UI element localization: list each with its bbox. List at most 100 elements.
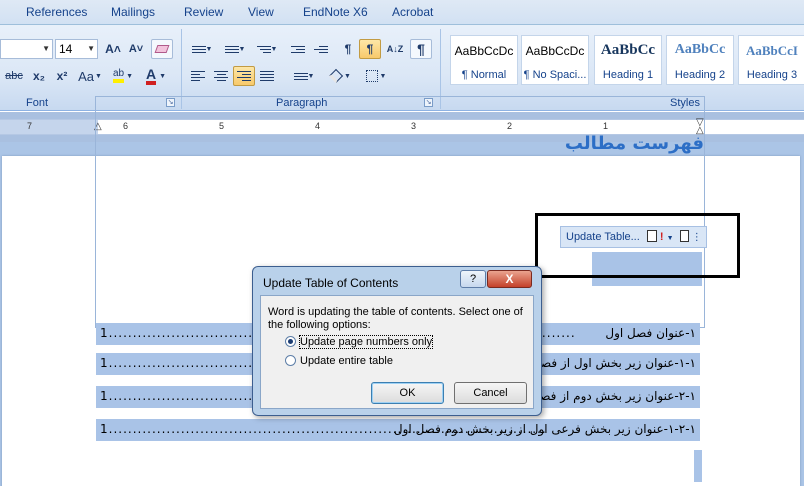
increase-indent-button[interactable] bbox=[310, 39, 332, 59]
grow-font-button[interactable]: A˄ bbox=[102, 39, 124, 59]
dialog-title: Update Table of Contents bbox=[263, 276, 399, 290]
pilcrow-icon: ¶ bbox=[417, 41, 425, 57]
help-button[interactable]: ? bbox=[460, 270, 486, 288]
sort-button[interactable]: A↓Z bbox=[384, 39, 406, 59]
chevron-down-icon: ▼ bbox=[270, 45, 278, 53]
tab-references[interactable]: References bbox=[26, 5, 87, 19]
subscript-button[interactable]: x₂ bbox=[28, 66, 50, 86]
align-center-icon bbox=[214, 69, 228, 83]
eraser-icon bbox=[154, 45, 170, 53]
ltr-paragraph-icon: ¶ bbox=[344, 42, 352, 56]
clear-formatting-button[interactable] bbox=[151, 39, 173, 59]
change-case-button[interactable]: Aa ▼ bbox=[75, 66, 105, 86]
radio-selected-icon[interactable] bbox=[285, 336, 296, 347]
strikethrough-icon: abc bbox=[5, 70, 23, 82]
decrease-indent-button[interactable] bbox=[287, 39, 309, 59]
increase-indent-icon bbox=[314, 44, 328, 55]
close-icon: X bbox=[505, 272, 514, 286]
sort-icon: A↓Z bbox=[386, 44, 404, 54]
chevron-down-icon: ▼ bbox=[126, 72, 134, 80]
style-heading-1[interactable]: AaBbCс Heading 1 bbox=[594, 35, 662, 85]
option-update-entire-table[interactable]: Update entire table bbox=[285, 355, 393, 367]
borders-button[interactable]: ▼ bbox=[360, 66, 392, 86]
multilevel-list-button[interactable]: ▼ bbox=[252, 39, 282, 59]
line-spacing-icon bbox=[293, 71, 308, 82]
style-no-spacing[interactable]: AaBbCcDc ¶ No Spaci... bbox=[521, 35, 589, 85]
radio-unselected-icon[interactable] bbox=[285, 355, 296, 366]
numbering-button[interactable]: ▼ bbox=[220, 39, 250, 59]
toc-entry-title: ١-٢-١-عنوان زیر بخش فرعی اول از زیر بخش … bbox=[393, 422, 696, 436]
change-case-icon: Aa bbox=[78, 68, 94, 84]
style-name: ¶ Normal bbox=[461, 69, 507, 81]
style-sample: AaBbCс bbox=[600, 42, 656, 58]
chevron-down-icon: ▼ bbox=[307, 72, 315, 80]
toc-entry[interactable]: 1.......................................… bbox=[96, 419, 700, 441]
chevron-down-icon: ▼ bbox=[205, 45, 213, 53]
tab-mailings[interactable]: Mailings bbox=[111, 5, 155, 19]
chevron-down-icon: ▼ bbox=[42, 44, 50, 53]
shrink-font-icon: A˅ bbox=[128, 43, 144, 55]
style-name: ¶ No Spaci... bbox=[523, 69, 587, 81]
strikethrough-button[interactable]: abc bbox=[2, 66, 26, 86]
shrink-font-button[interactable]: A˅ bbox=[125, 39, 147, 59]
tab-view[interactable]: View bbox=[248, 5, 274, 19]
font-name-combo[interactable]: ▼ bbox=[0, 39, 53, 59]
rtl-paragraph-icon: ¶ bbox=[366, 42, 374, 56]
ltr-direction-button[interactable]: ¶ bbox=[337, 39, 359, 59]
border-grid-icon bbox=[365, 70, 378, 82]
option-update-page-numbers[interactable]: Update page numbers only bbox=[285, 335, 434, 349]
rtl-direction-button[interactable]: ¶ bbox=[359, 39, 381, 59]
ribbon-tab-bar: References Mailings Review View EndNote … bbox=[0, 0, 804, 24]
dialog-body: Word is updating the table of contents. … bbox=[260, 295, 534, 409]
shading-button[interactable]: ▼ bbox=[325, 66, 357, 86]
option-label: Update page numbers only bbox=[298, 335, 434, 349]
chevron-down-icon: ▼ bbox=[344, 72, 351, 80]
align-right-button[interactable] bbox=[233, 66, 255, 86]
update-toc-dialog: Update Table of Contents ? X Word is upd… bbox=[252, 266, 542, 416]
line-spacing-button[interactable]: ▼ bbox=[288, 66, 320, 86]
style-heading-3[interactable]: AaBbCcI Heading 3 bbox=[738, 35, 804, 85]
toc-title: فهرست مطالب bbox=[564, 133, 704, 154]
highlighter-icon: ab bbox=[112, 69, 125, 83]
highlight-button[interactable]: ab ▼ bbox=[108, 66, 138, 86]
font-size-combo[interactable]: 14 ▼ bbox=[55, 39, 98, 59]
toc-entry-title: ١-عنوان فصل اول bbox=[605, 326, 696, 340]
font-color-button[interactable]: A ▼ bbox=[140, 66, 172, 86]
dialog-message: Word is updating the table of contents. … bbox=[268, 306, 523, 331]
show-marks-button[interactable]: ¶ bbox=[410, 39, 432, 59]
close-button[interactable]: X bbox=[487, 270, 532, 288]
cancel-button[interactable]: Cancel bbox=[454, 382, 527, 404]
justify-icon bbox=[260, 69, 274, 83]
style-heading-2[interactable]: AaBbCc Heading 2 bbox=[666, 35, 734, 85]
align-left-button[interactable] bbox=[187, 66, 209, 86]
annotation-highlight-box bbox=[535, 213, 740, 278]
style-sample: AaBbCcDc bbox=[454, 44, 514, 58]
option-label: Update entire table bbox=[300, 355, 393, 367]
font-group-label: Font bbox=[26, 97, 49, 109]
tab-endnote[interactable]: EndNote X6 bbox=[303, 5, 368, 19]
chevron-down-icon: ▼ bbox=[238, 45, 246, 53]
numbered-list-icon bbox=[224, 44, 239, 55]
style-sample: AaBbCc bbox=[674, 42, 726, 57]
style-name: Heading 1 bbox=[602, 69, 654, 81]
selection-end-mark bbox=[694, 450, 702, 482]
superscript-button[interactable]: x² bbox=[51, 66, 73, 86]
help-icon: ? bbox=[469, 273, 477, 285]
bullets-button[interactable]: ▼ bbox=[187, 39, 217, 59]
font-color-icon: A bbox=[145, 67, 157, 85]
tab-review[interactable]: Review bbox=[184, 5, 223, 19]
chevron-down-icon: ▼ bbox=[87, 44, 95, 53]
grow-font-icon: A˄ bbox=[105, 42, 121, 56]
style-name: Heading 2 bbox=[674, 69, 726, 81]
chevron-down-icon: ▼ bbox=[94, 72, 102, 80]
align-left-icon bbox=[191, 69, 205, 83]
align-center-button[interactable] bbox=[210, 66, 232, 86]
chevron-down-icon: ▼ bbox=[379, 72, 387, 80]
tab-acrobat[interactable]: Acrobat bbox=[392, 5, 433, 19]
style-sample: AaBbCcI bbox=[745, 43, 798, 58]
justify-button[interactable] bbox=[256, 66, 278, 86]
font-size-value: 14 bbox=[59, 42, 73, 56]
ruler-margin bbox=[0, 120, 98, 134]
style-normal[interactable]: AaBbCcDc ¶ Normal bbox=[450, 35, 518, 85]
ok-button[interactable]: OK bbox=[371, 382, 444, 404]
